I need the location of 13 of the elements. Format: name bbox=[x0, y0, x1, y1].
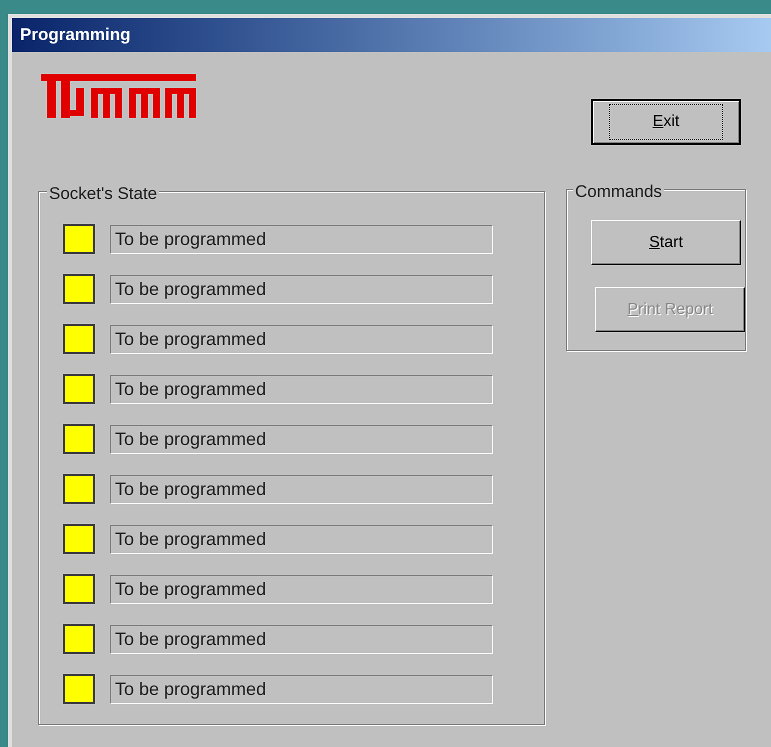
status-field: To be programmed bbox=[110, 274, 493, 304]
status-field: To be programmed bbox=[110, 374, 493, 404]
status-field: To be programmed bbox=[110, 574, 493, 604]
start-button[interactable]: Start bbox=[591, 220, 741, 265]
status-field: To be programmed bbox=[110, 674, 493, 704]
status-field: To be programmed bbox=[110, 474, 493, 504]
window-title: Programming bbox=[12, 18, 771, 52]
status-field: To be programmed bbox=[110, 524, 493, 554]
status-field: To be programmed bbox=[110, 224, 493, 254]
status-field: To be programmed bbox=[110, 624, 493, 654]
status-field: To be programmed bbox=[110, 324, 493, 354]
status-field: To be programmed bbox=[110, 424, 493, 454]
exit-button[interactable]: Exit bbox=[591, 99, 741, 145]
